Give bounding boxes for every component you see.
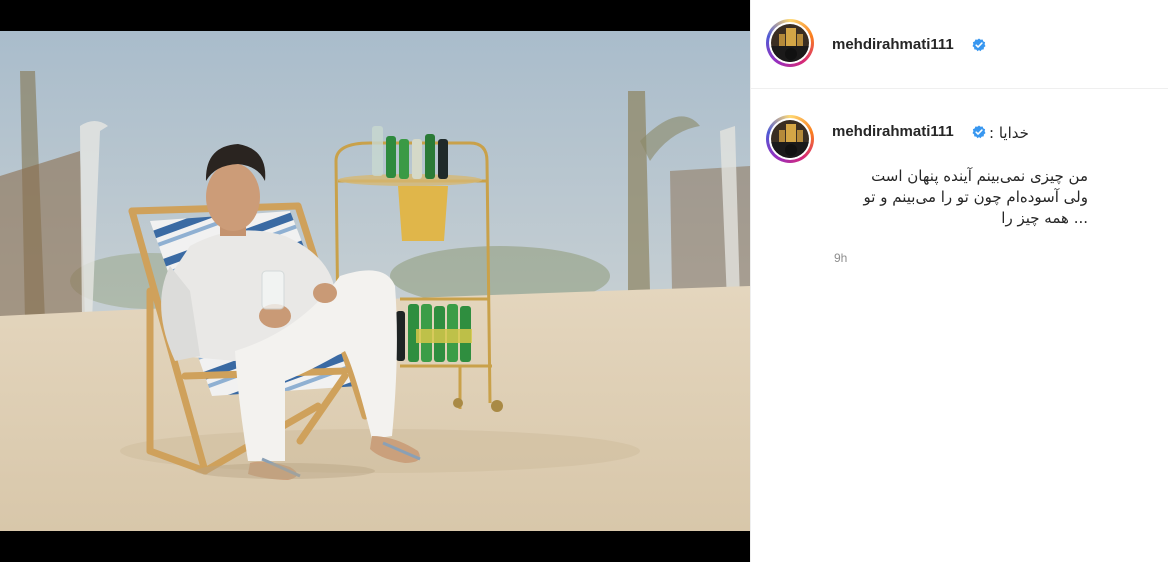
caption-line: من چیزی نمی‌بینم آینده پنهان است [871, 167, 1088, 185]
author-username[interactable]: mehdirahmati111 [832, 36, 954, 53]
post-photo[interactable] [0, 31, 750, 531]
verified-badge-icon [972, 125, 986, 139]
post-timestamp[interactable]: 9h [834, 251, 847, 265]
post-sidebar: mehdirahmati111 mehdirahmati111 خدایا : … [750, 0, 1168, 562]
post-media [0, 0, 750, 562]
caption-line: ... همه چیز را [1001, 209, 1088, 227]
caption-title: خدایا : [989, 124, 1029, 142]
caption-text: من چیزی نمی‌بینم آینده پنهان است ولی آسو… [788, 166, 1088, 229]
avatar-image [771, 120, 809, 158]
caption-line: ولی آسوده‌ام چون تو را می‌بینم و تو [863, 188, 1088, 206]
avatar-image [771, 24, 809, 62]
author-avatar[interactable] [766, 19, 814, 67]
post-header: mehdirahmati111 [751, 0, 1168, 89]
caption-avatar[interactable] [766, 115, 814, 163]
caption-username[interactable]: mehdirahmati111 [832, 123, 954, 140]
verified-badge-icon [972, 38, 986, 52]
